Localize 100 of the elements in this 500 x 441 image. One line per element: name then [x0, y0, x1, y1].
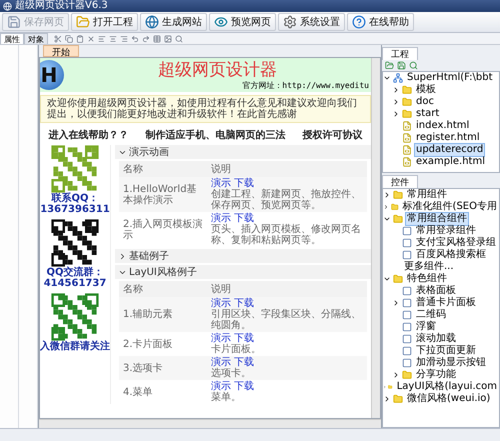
logo: H	[40, 60, 64, 90]
folder-icon	[402, 109, 412, 119]
panel-tab[interactable]: 控件	[382, 175, 418, 188]
tree-item[interactable]: 二维码	[414, 308, 448, 322]
tree-item[interactable]: 常用组件	[405, 189, 449, 202]
tree-item[interactable]: 微信风格(weui.io)	[405, 392, 492, 406]
section-header[interactable]: LayUI风格例子	[115, 265, 371, 279]
align-right-icon[interactable]	[120, 34, 128, 42]
document-tab[interactable]: 开始	[43, 45, 79, 57]
file-icon	[402, 157, 412, 167]
tree-item[interactable]: 更多组件...	[402, 260, 456, 274]
tree-item[interactable]: 浮窗	[414, 320, 438, 334]
table-link[interactable]: 下载	[234, 357, 254, 368]
horizontal-scrollbar[interactable]	[39, 419, 381, 428]
site-url: 官方网址：http://www.myeditu	[242, 80, 369, 90]
table-link[interactable]: 演示	[211, 298, 231, 309]
qr-caption: QQ交流群：414561737	[42, 267, 108, 289]
folder-icon	[388, 382, 393, 392]
column-header: 说明	[207, 281, 367, 297]
tree-item[interactable]: 模板	[414, 83, 438, 97]
table-link[interactable]: 下载	[234, 298, 254, 309]
nav-link[interactable]: 进入在线帮助？？	[48, 128, 128, 142]
window-title: 超级网页设计器V6.3	[15, 0, 108, 12]
table-cell: 1.HelloWorld基本操作演示	[119, 177, 207, 212]
file-icon	[402, 133, 412, 143]
cut-icon[interactable]	[54, 34, 62, 42]
tree-item[interactable]: SuperHtml(F:\bbt	[405, 72, 494, 85]
align-center-icon[interactable]	[109, 34, 117, 42]
panel-tab[interactable]: 对象	[24, 33, 48, 44]
tree-item[interactable]: 滚动加载	[414, 332, 458, 346]
folder-icon[interactable]	[385, 61, 394, 70]
folder-icon	[76, 15, 90, 29]
page-title: 超级网页设计器	[158, 60, 277, 80]
description: 页头、插入网页模板、修改网页名称、复制和粘贴网页等。	[211, 224, 362, 246]
tree-item[interactable]: 加滑动显示按钮	[414, 356, 488, 370]
table-cell: 2.卡片面板	[119, 332, 207, 356]
table-link[interactable]: 演示	[211, 178, 231, 189]
redo-icon[interactable]	[142, 34, 150, 42]
table-link[interactable]: 演示	[211, 213, 231, 224]
delete-icon[interactable]	[87, 34, 95, 42]
nav-link[interactable]: 制作适应手机、电脑网页的三法	[146, 128, 286, 142]
tree-item[interactable]: 普通卡片面板	[414, 296, 478, 310]
folder-icon	[391, 202, 399, 212]
tree-item[interactable]: 下拉页面更新	[414, 344, 478, 358]
file-icon	[402, 145, 412, 155]
table-icon[interactable]	[153, 34, 161, 42]
table-link[interactable]: 演示	[211, 357, 231, 368]
paste-icon[interactable]	[76, 34, 84, 42]
tree-item[interactable]: 常用组合组件	[405, 212, 469, 226]
search-icon[interactable]	[175, 34, 183, 42]
description: 创建工程、新建网页、拖放控件、保存网页、预览网页等。	[211, 189, 362, 211]
app-icon	[3, 2, 12, 10]
toolbar-button[interactable]: 打开工程	[71, 13, 138, 31]
panel-tab[interactable]: 工程	[382, 47, 418, 60]
tree-item[interactable]: 表格面板	[414, 284, 458, 298]
image-icon[interactable]	[164, 34, 172, 42]
tree-item[interactable]: doc	[414, 95, 436, 109]
tree-item[interactable]: 百度风格搜索框	[414, 248, 488, 262]
tree-item[interactable]: 支付宝风格登录组	[414, 236, 498, 250]
table-link[interactable]: 下载	[234, 213, 254, 224]
panel-tab[interactable]: 属性	[0, 33, 24, 44]
toolbar-button[interactable]: 生成网站	[140, 13, 207, 31]
qr-code-icon	[51, 145, 99, 193]
undo-icon[interactable]	[131, 34, 139, 42]
vertical-scrollbar[interactable]	[371, 58, 380, 418]
table-link[interactable]: 演示	[211, 381, 231, 392]
tree-item[interactable]: updaterecord	[414, 143, 486, 157]
folder-icon	[393, 214, 403, 224]
settings-icon	[283, 15, 297, 29]
description: 选项卡。	[211, 368, 252, 379]
section-title: 演示动画	[129, 146, 169, 159]
section-header[interactable]: 基础例子	[115, 249, 371, 263]
tree-item[interactable]: 常用登录组件	[414, 224, 478, 238]
tree-item[interactable]: register.html	[414, 131, 482, 145]
toolbar-button[interactable]: 系统设置	[278, 13, 345, 31]
tree-item[interactable]: 标准化组件(SEO专用	[400, 200, 499, 214]
tree-item[interactable]: example.html	[414, 155, 487, 169]
help-icon	[352, 15, 366, 29]
table-cell: 3.选项卡	[119, 356, 207, 380]
qr-caption: 联系QQ：1367396311	[40, 193, 110, 215]
column-header: 名称	[119, 281, 207, 297]
floppy-icon[interactable]	[397, 61, 406, 70]
nav-link[interactable]: 授权许可协议	[302, 128, 362, 142]
toolbar-button[interactable]: 预览网页	[209, 13, 276, 31]
search-icon[interactable]	[409, 61, 418, 70]
align-left-icon[interactable]	[98, 34, 106, 42]
toolbar-button[interactable]: 在线帮助	[347, 13, 414, 31]
copy-icon[interactable]	[65, 34, 73, 42]
tree-item[interactable]: LayUI风格(layui.com	[394, 380, 499, 394]
description: 卡片面板。	[211, 344, 262, 355]
table-link[interactable]: 下载	[234, 381, 254, 392]
section-header[interactable]: 演示动画	[115, 145, 371, 159]
floppy-icon	[7, 15, 21, 29]
tree-item[interactable]: index.html	[414, 119, 472, 133]
table-link[interactable]: 下载	[234, 333, 254, 344]
table-link[interactable]: 下载	[234, 178, 254, 189]
tree-item[interactable]: 特色组件	[405, 272, 449, 286]
tree-item[interactable]: 分享功能	[414, 368, 458, 382]
tree-item[interactable]: start	[414, 107, 442, 121]
table-link[interactable]: 演示	[211, 333, 231, 344]
